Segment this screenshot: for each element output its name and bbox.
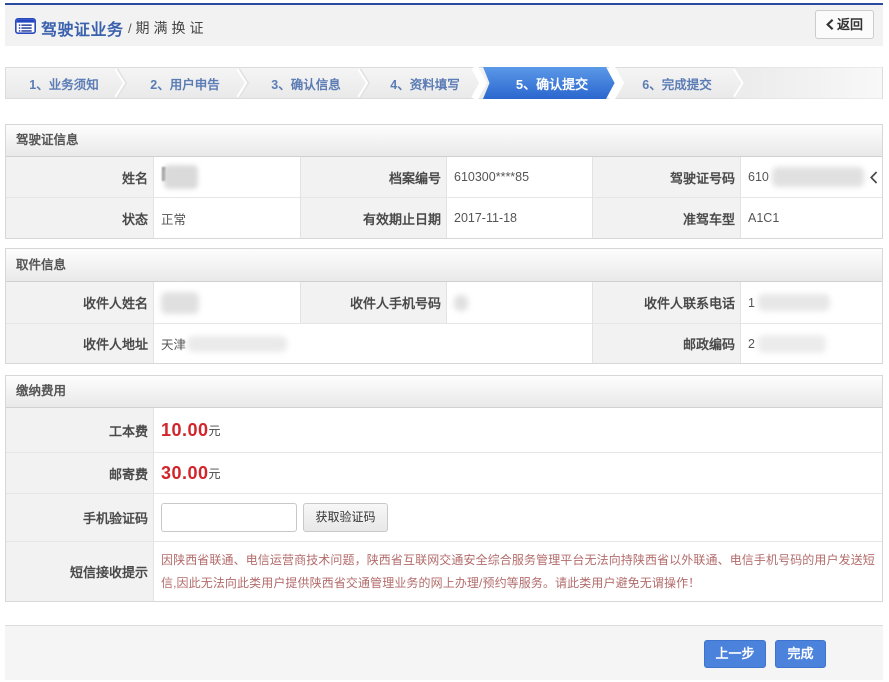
svg-text:5、确认提交: 5、确认提交 bbox=[516, 77, 588, 92]
svg-text:2、用户申告: 2、用户申告 bbox=[150, 77, 220, 92]
svg-text:1、业务须知: 1、业务须知 bbox=[29, 77, 98, 92]
svg-text:4、资料填写: 4、资料填写 bbox=[390, 77, 459, 92]
svg-text:3、确认信息: 3、确认信息 bbox=[271, 77, 341, 92]
svg-text:6、完成提交: 6、完成提交 bbox=[642, 77, 712, 92]
